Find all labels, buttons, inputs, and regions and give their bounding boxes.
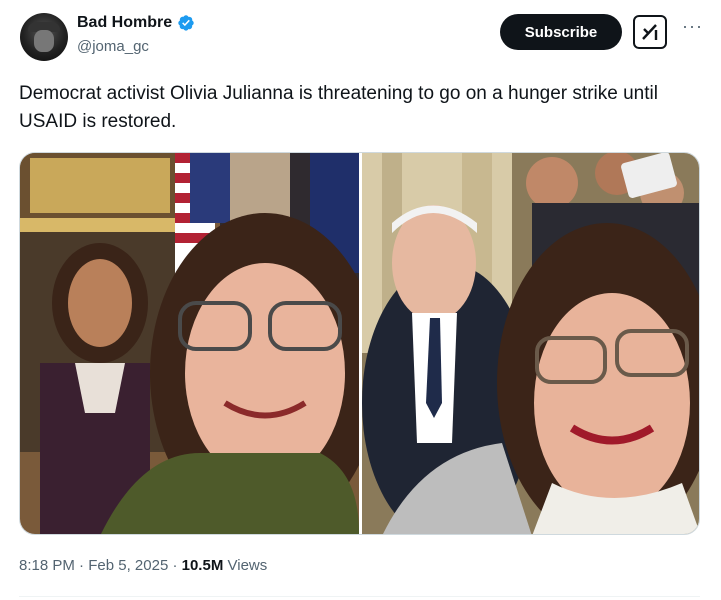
views-label: Views <box>227 557 268 574</box>
subscribe-button[interactable]: Subscribe <box>500 14 622 50</box>
avatar-face-shape <box>34 30 54 52</box>
tweet-date[interactable]: Feb 5, 2025 <box>88 557 168 574</box>
tweet-text: Democrat activist Olivia Julianna is thr… <box>19 83 658 132</box>
more-icon[interactable]: ··· <box>682 16 703 37</box>
photo-right-image <box>362 153 699 534</box>
meta-separator: · <box>79 557 85 574</box>
author-display-name[interactable]: Bad Hombre <box>77 14 172 32</box>
divider <box>19 596 700 597</box>
meta-separator: · <box>172 557 178 574</box>
grok-icon[interactable] <box>633 15 667 49</box>
photo-right[interactable] <box>362 153 699 534</box>
tweet-time[interactable]: 8:18 PM <box>19 557 75 574</box>
views-count: 10.5M <box>181 557 224 574</box>
verified-badge-icon <box>178 15 194 31</box>
photo-left[interactable] <box>20 153 359 534</box>
photo-left-image <box>20 153 359 534</box>
grok-glyph <box>642 24 658 40</box>
tweet-media[interactable] <box>19 152 700 535</box>
author-name-row: Bad Hombre <box>77 14 195 32</box>
author-avatar[interactable] <box>20 13 68 61</box>
tweet-meta: 8:18 PM · Feb 5, 2025 · 10.5M Views <box>19 557 267 574</box>
author-handle[interactable]: @joma_gc <box>77 38 149 55</box>
